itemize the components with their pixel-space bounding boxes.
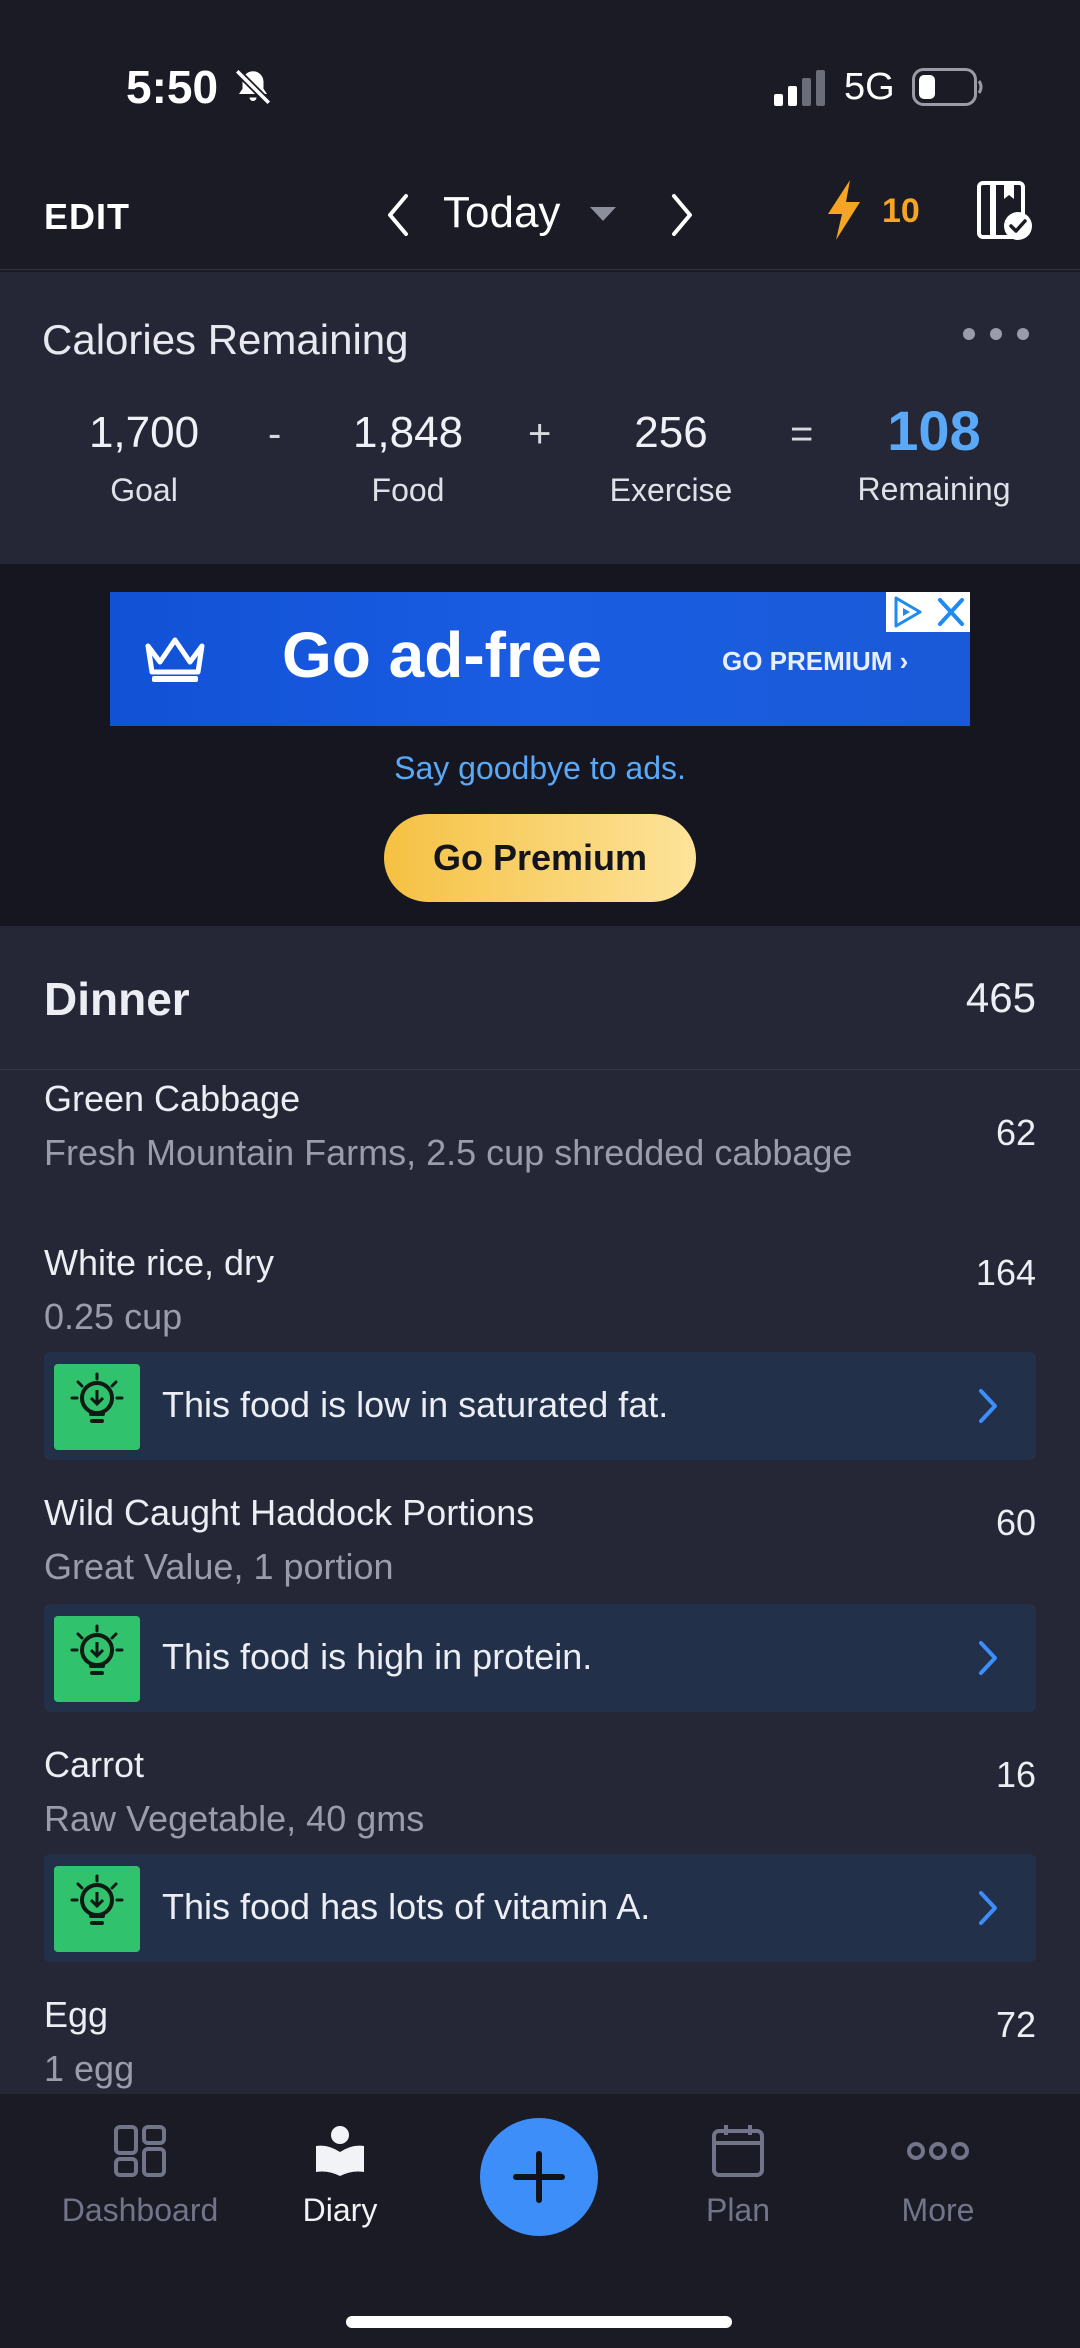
add-button[interactable] <box>480 2118 598 2236</box>
food-name: White rice, dry <box>44 1242 275 1283</box>
food-description: Raw Vegetable, 40 gms <box>44 1798 425 1839</box>
tab-dashboard[interactable]: Dashboard <box>30 2124 250 2229</box>
date-selector[interactable]: Today <box>443 188 560 238</box>
previous-day-icon[interactable] <box>380 190 416 240</box>
calendar-check-icon[interactable] <box>976 180 1034 242</box>
food-name: Carrot <box>44 1744 145 1785</box>
meal-calories: 465 <box>965 974 1036 1021</box>
go-premium-button[interactable]: Go Premium <box>384 814 696 902</box>
more-dots-icon <box>907 2142 969 2160</box>
bottom-tab-bar: Dashboard Diary Plan More <box>0 2094 1080 2348</box>
food-calories: 72 <box>995 2004 1036 2045</box>
diary-list: Dinner 465 Green Cabbage Fresh Mountain … <box>0 926 1080 2094</box>
plus-icon <box>513 2151 565 2203</box>
battery-icon <box>912 68 983 106</box>
food-name: Green Cabbage <box>44 1078 301 1119</box>
ad-section: Go ad-free GO PREMIUM › Say goodbye to a… <box>0 564 1080 926</box>
lightbulb-icon <box>54 1616 140 1702</box>
remaining-value: 108 <box>887 399 981 462</box>
tip-text: This food has lots of vitamin A. <box>162 1886 651 1927</box>
ad-choices-icon[interactable] <box>886 592 970 632</box>
network-type: 5G <box>844 66 895 108</box>
goal-label: Goal <box>110 472 178 508</box>
exercise-label: Exercise <box>609 472 733 508</box>
exercise-column: 256 Exercise <box>571 408 771 509</box>
ad-banner-cta-label: GO PREMIUM <box>722 646 893 676</box>
streak-count[interactable]: 10 <box>882 192 920 231</box>
plus-operator: + <box>528 412 552 456</box>
food-insight-tip[interactable]: This food has lots of vitamin A. <box>44 1854 1036 1962</box>
tab-diary-label: Diary <box>302 2192 378 2228</box>
remaining-column: 108 Remaining <box>834 399 1034 508</box>
tip-text: This food is high in protein. <box>162 1636 593 1677</box>
crown-icon <box>145 637 205 682</box>
exercise-value: 256 <box>634 408 708 457</box>
food-calories: 60 <box>995 1502 1036 1543</box>
tab-plan[interactable]: Plan <box>628 2124 848 2229</box>
goal-value: 1,700 <box>88 408 200 457</box>
food-calories: 62 <box>995 1112 1036 1153</box>
ad-banner-cta[interactable]: GO PREMIUM › <box>722 646 908 677</box>
food-name: Egg <box>44 1994 109 2035</box>
tab-diary[interactable]: Diary <box>230 2124 450 2229</box>
food-value: 1,848 <box>352 408 464 457</box>
more-options-icon[interactable] <box>960 324 1032 344</box>
remaining-label: Remaining <box>857 471 1011 507</box>
tab-plan-label: Plan <box>705 2192 771 2228</box>
diary-header: EDIT Today 10 <box>0 170 1080 270</box>
next-day-icon[interactable] <box>664 190 700 240</box>
calories-remaining-card: Calories Remaining 1,700 Goal - 1,848 Fo… <box>0 272 1080 564</box>
edit-button[interactable]: EDIT <box>44 196 130 238</box>
food-column: 1,848 Food <box>308 408 508 509</box>
lightbulb-icon <box>54 1866 140 1952</box>
status-time: 5:50 <box>126 61 219 113</box>
food-insight-tip[interactable]: This food is high in protein. <box>44 1604 1036 1712</box>
tab-more-label: More <box>901 2192 975 2228</box>
ad-banner[interactable]: Go ad-free GO PREMIUM › <box>110 592 970 726</box>
signal-icon <box>774 70 825 106</box>
food-name: Wild Caught Haddock Portions <box>44 1492 535 1533</box>
calories-card-title: Calories Remaining <box>42 316 409 363</box>
food-insight-tip[interactable]: This food is low in saturated fat. <box>44 1352 1036 1460</box>
chevron-down-icon[interactable] <box>588 204 618 224</box>
calendar-icon <box>712 2125 764 2177</box>
food-calories: 16 <box>995 1754 1036 1795</box>
diary-icon <box>316 2126 364 2176</box>
tab-more[interactable]: More <box>828 2124 1048 2229</box>
chevron-right-icon <box>979 1389 997 1423</box>
food-description: 0.25 cup <box>44 1296 183 1337</box>
ad-banner-headline: Go ad-free <box>282 619 603 691</box>
food-label: Food <box>371 472 445 508</box>
ad-tagline: Say goodbye to ads. <box>394 750 686 786</box>
dashboard-icon <box>114 2125 166 2177</box>
meal-title: Dinner <box>44 973 190 1025</box>
food-description: Great Value, 1 portion <box>44 1546 394 1587</box>
chevron-right-icon <box>979 1891 997 1925</box>
food-description: 1 egg <box>44 2048 135 2089</box>
goal-column: 1,700 Goal <box>44 408 244 509</box>
food-description: Fresh Mountain Farms, 2.5 cup shredded c… <box>44 1132 853 1173</box>
streak-bolt-icon[interactable] <box>822 178 866 242</box>
status-bar: 5:50 5G <box>0 0 1080 170</box>
tip-text: This food is low in saturated fat. <box>162 1384 669 1425</box>
chevron-right-icon <box>979 1641 997 1675</box>
bell-muted-icon <box>234 68 272 106</box>
minus-operator: - <box>268 412 282 456</box>
tab-dashboard-label: Dashboard <box>61 2192 219 2228</box>
meal-header[interactable]: Dinner 465 <box>0 926 1080 1070</box>
food-calories: 164 <box>975 1252 1036 1293</box>
equals-operator: = <box>790 412 814 456</box>
lightbulb-icon <box>54 1364 140 1450</box>
home-indicator[interactable] <box>346 2316 732 2328</box>
